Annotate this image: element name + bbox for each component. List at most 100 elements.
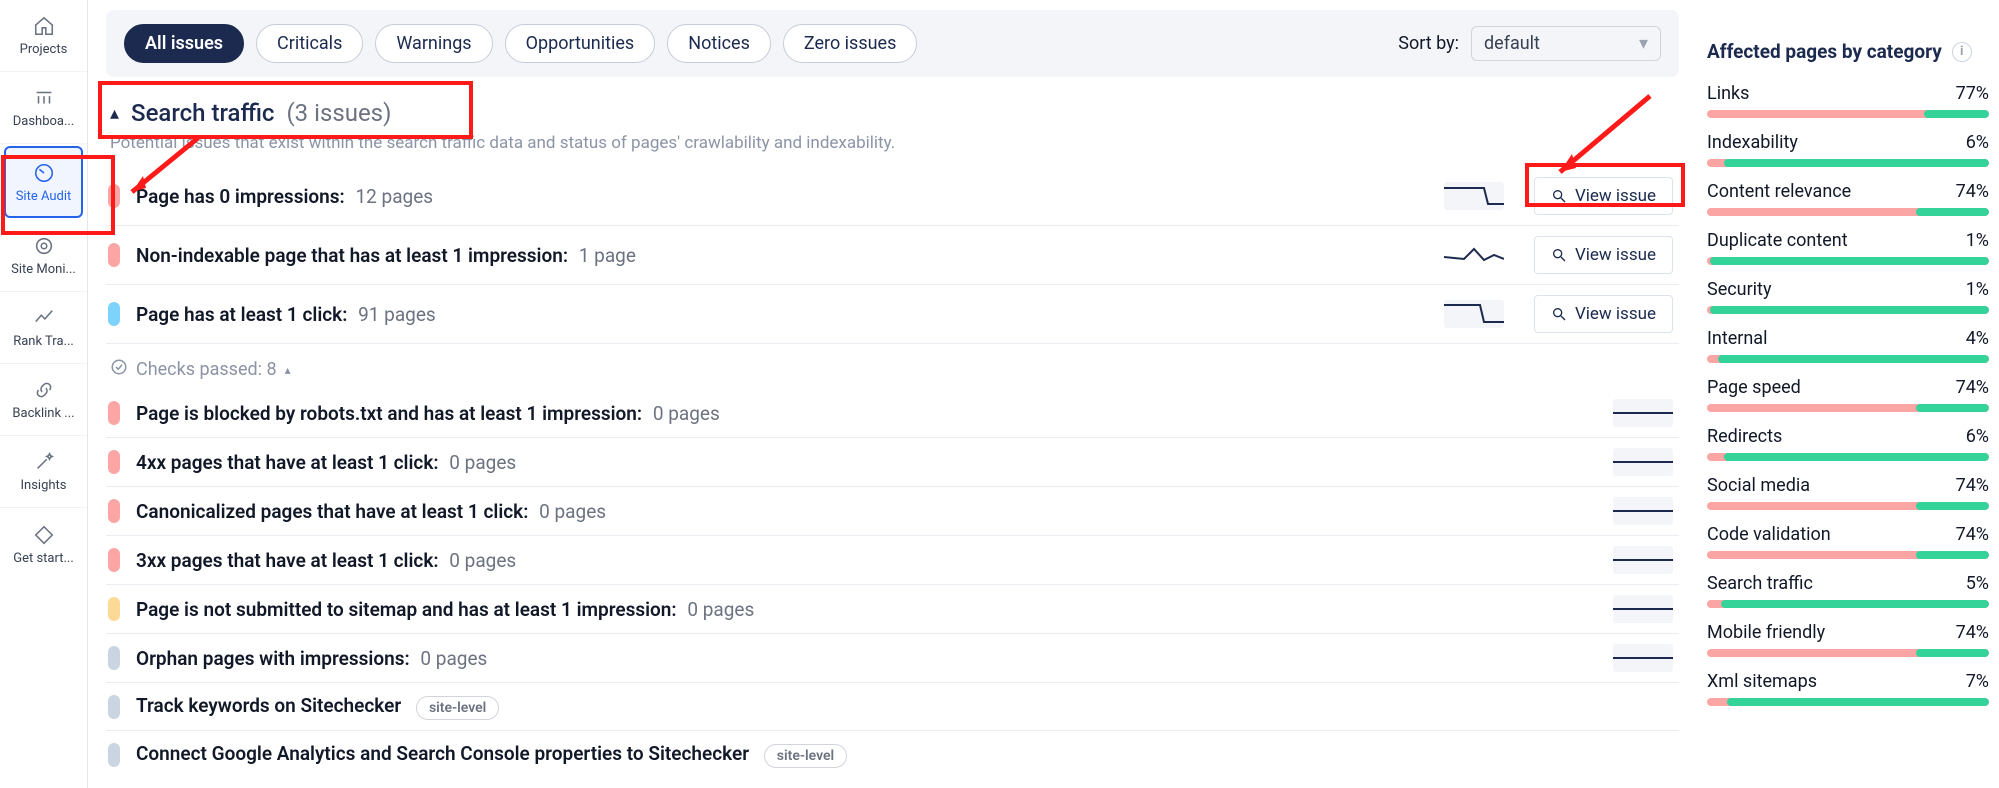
check-icon (110, 358, 128, 381)
pill-criticals[interactable]: Criticals (256, 24, 363, 63)
nav-get-started[interactable]: Get start... (0, 508, 87, 580)
category-pct: 6% (1966, 132, 1989, 153)
sort-value: default (1484, 33, 1540, 54)
issue-row[interactable]: Canonicalized pages that have at least 1… (106, 487, 1679, 536)
dashboard-icon (33, 87, 55, 109)
issue-row[interactable]: 4xx pages that have at least 1 click: 0 … (106, 438, 1679, 487)
info-icon[interactable]: i (1952, 42, 1972, 62)
category-bar (1707, 355, 1989, 363)
category-name: Redirects (1707, 426, 1782, 447)
category-bar (1707, 502, 1989, 510)
category-pct: 1% (1966, 230, 1989, 251)
panel-title: Affected pages by category i (1707, 40, 1989, 63)
issue-title: Non-indexable page that has at least 1 i… (136, 244, 636, 267)
site-level-badge: site-level (764, 744, 847, 768)
main-content: All issues Criticals Warnings Opportunit… (88, 0, 1697, 788)
issue-row[interactable]: Page is blocked by robots.txt and has at… (106, 389, 1679, 438)
wand-icon (33, 451, 55, 473)
category-row[interactable]: Redirects6% (1707, 426, 1989, 461)
severity-pill (108, 695, 120, 719)
issue-row[interactable]: Orphan pages with impressions: 0 pages (106, 634, 1679, 683)
issue-row[interactable]: 3xx pages that have at least 1 click: 0 … (106, 536, 1679, 585)
severity-pill (108, 499, 120, 523)
nav-projects[interactable]: Projects (0, 0, 87, 72)
home-icon (33, 15, 55, 37)
category-name: Page speed (1707, 377, 1801, 398)
chevron-up-icon: ▴ (285, 363, 291, 377)
annotation-arrow-view-issue (1540, 88, 1660, 188)
annotation-arrow-sidebar (118, 130, 208, 210)
category-row[interactable]: Page speed 74% (1707, 377, 1989, 412)
issue-list: Page has 0 impressions: 12 pages View is… (106, 167, 1679, 344)
pill-opportunities[interactable]: Opportunities (505, 24, 656, 63)
category-row[interactable]: Content relevance74% (1707, 181, 1989, 216)
issue-title: Page has at least 1 click: 91 pages (136, 303, 436, 326)
nav-label: Projects (20, 43, 68, 56)
nav-label: Dashboa... (13, 115, 75, 128)
link-icon (33, 379, 55, 401)
nav-rank-tracker[interactable]: Rank Tra... (0, 292, 87, 364)
target-icon (33, 235, 55, 257)
issue-title: 4xx pages that have at least 1 click: 0 … (136, 451, 516, 474)
trend-icon (33, 307, 55, 329)
category-row[interactable]: Search traffic5% (1707, 573, 1989, 608)
category-pct: 7% (1966, 671, 1989, 692)
category-row[interactable]: Links 77% (1707, 83, 1989, 118)
issue-row[interactable]: Page is not submitted to sitemap and has… (106, 585, 1679, 634)
issue-title: Page is blocked by robots.txt and has at… (136, 402, 720, 425)
issue-row[interactable]: Connect Google Analytics and Search Cons… (106, 731, 1679, 779)
category-row[interactable]: Security1% (1707, 279, 1989, 314)
category-pct: 4% (1966, 328, 1989, 349)
category-row[interactable]: Social media74% (1707, 475, 1989, 510)
view-issue-button[interactable]: View issue (1534, 236, 1673, 274)
category-pct: 74% (1956, 622, 1989, 643)
issue-row[interactable]: Page has 0 impressions: 12 pages View is… (106, 167, 1679, 226)
pill-notices[interactable]: Notices (667, 24, 771, 63)
nav-backlink[interactable]: Backlink ... (0, 364, 87, 436)
category-name: Security (1707, 279, 1771, 300)
category-name: Indexability (1707, 132, 1798, 153)
nav-insights[interactable]: Insights (0, 436, 87, 508)
sparkline (1613, 448, 1673, 476)
affected-pages-panel: Affected pages by category i Links 77% Ind… (1697, 0, 1999, 788)
view-issue-button[interactable]: View issue (1534, 295, 1673, 333)
sparkline (1444, 182, 1504, 210)
issue-row[interactable]: Non-indexable page that has at least 1 i… (106, 226, 1679, 285)
pill-all-issues[interactable]: All issues (124, 24, 244, 63)
issue-title: Track keywords on Sitechecker site-level (136, 694, 499, 720)
pill-warnings[interactable]: Warnings (375, 24, 492, 63)
sparkline (1613, 497, 1673, 525)
category-row[interactable]: Indexability 6% (1707, 132, 1989, 167)
sort-select[interactable]: default ▾ (1471, 26, 1661, 61)
category-row[interactable]: Duplicate content1% (1707, 230, 1989, 265)
search-icon (1551, 306, 1567, 322)
sort-by-label: Sort by: (1398, 33, 1459, 54)
severity-pill (108, 646, 120, 670)
checks-passed-toggle[interactable]: Checks passed: 8 ▴ (110, 358, 1679, 381)
sparkline (1613, 546, 1673, 574)
passed-issue-list: Page is blocked by robots.txt and has at… (106, 389, 1679, 779)
severity-pill (108, 401, 120, 425)
checks-passed-text: Checks passed: 8 (136, 359, 277, 380)
issue-row[interactable]: Track keywords on Sitechecker site-level (106, 683, 1679, 731)
sparkline (1613, 595, 1673, 623)
category-row[interactable]: Internal4% (1707, 328, 1989, 363)
category-row[interactable]: Mobile friendly 74% (1707, 622, 1989, 657)
issue-title: Orphan pages with impressions: 0 pages (136, 647, 487, 670)
category-bar (1707, 698, 1989, 706)
pill-zero-issues[interactable]: Zero issues (783, 24, 918, 63)
category-row[interactable]: Code validation74% (1707, 524, 1989, 559)
issue-row[interactable]: Page has at least 1 click: 91 pages View… (106, 285, 1679, 344)
category-bar (1707, 110, 1989, 118)
nav-dashboard[interactable]: Dashboa... (0, 72, 87, 144)
severity-pill (108, 450, 120, 474)
category-name: Links (1707, 83, 1749, 104)
category-pct: 77% (1956, 83, 1989, 104)
category-name: Search traffic (1707, 573, 1813, 594)
category-row[interactable]: Xml sitemaps7% (1707, 671, 1989, 706)
severity-pill (108, 243, 120, 267)
category-bar (1707, 306, 1989, 314)
category-name: Mobile friendly (1707, 622, 1825, 643)
category-pct: 74% (1956, 377, 1989, 398)
issue-title: Page is not submitted to sitemap and has… (136, 598, 754, 621)
